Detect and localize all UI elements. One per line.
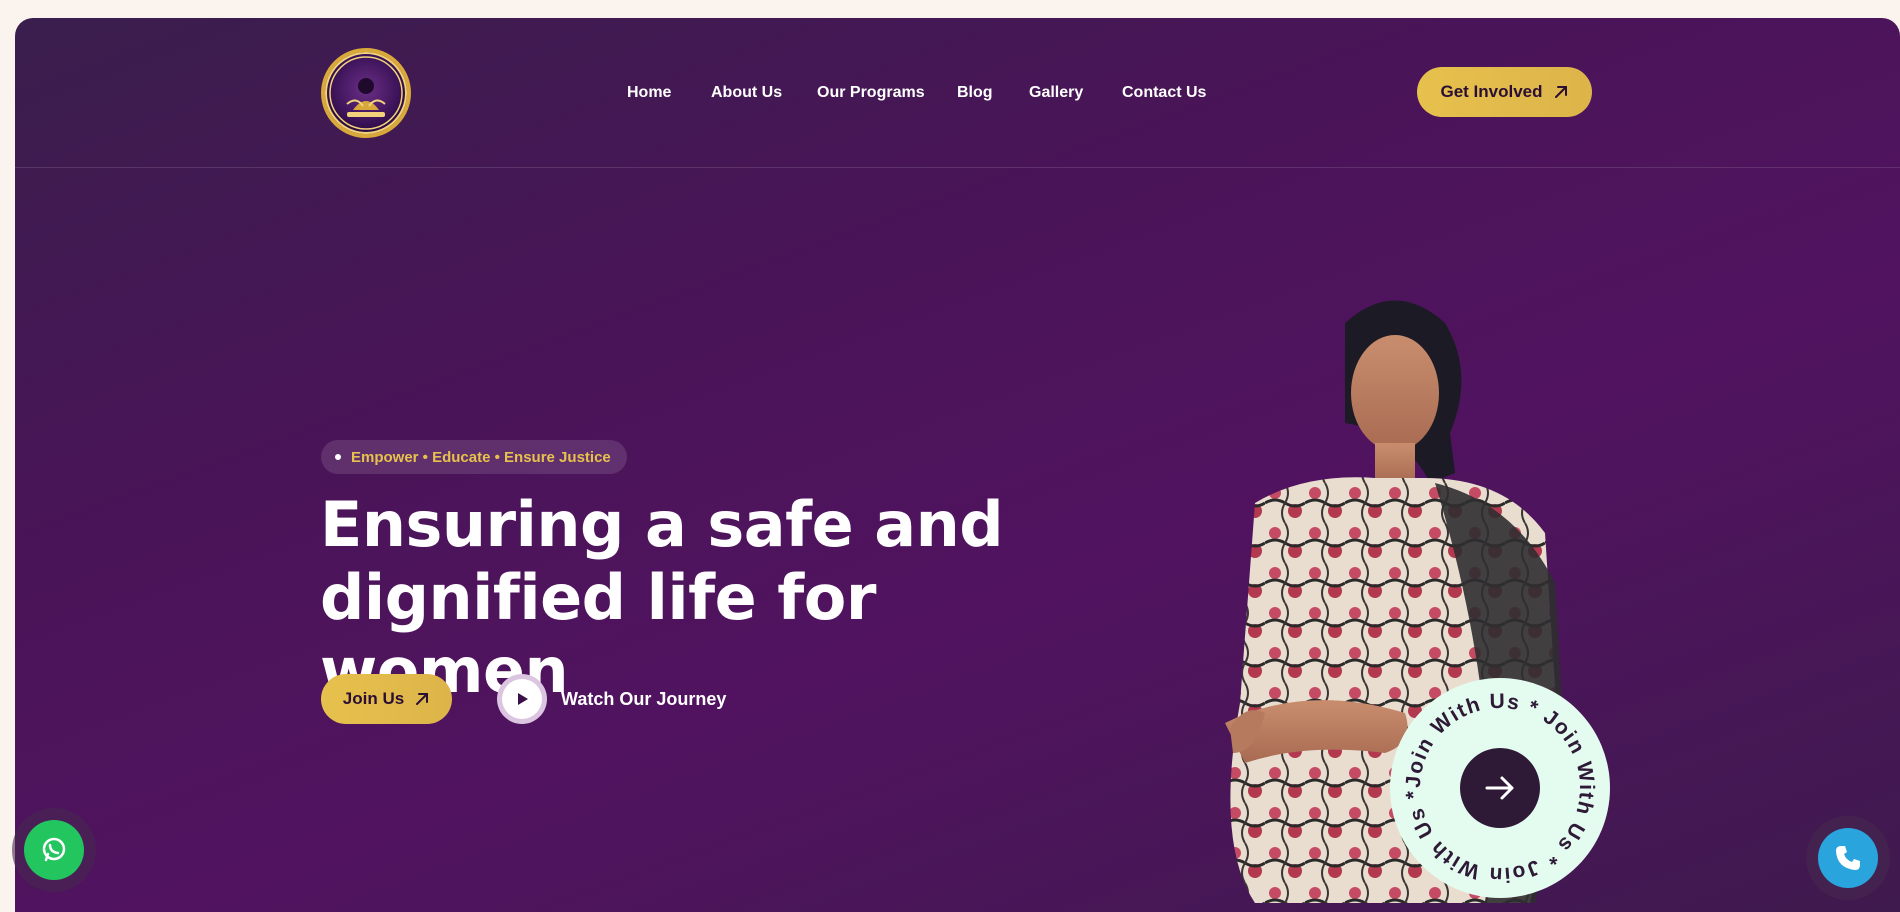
arrow-up-right-icon: [416, 693, 429, 705]
join-us-button[interactable]: Join Us: [321, 674, 452, 724]
get-involved-button[interactable]: Get Involved: [1417, 67, 1592, 117]
main-nav: Home About Us Our Programs Blog Gallery …: [15, 84, 1900, 108]
whatsapp-float-button[interactable]: [12, 808, 96, 892]
tagline-badge: Empower • Educate • Ensure Justice: [321, 440, 627, 474]
play-icon: [518, 693, 528, 705]
watch-journey-link[interactable]: Watch Our Journey: [497, 674, 726, 724]
hero-section: Home About Us Our Programs Blog Gallery …: [15, 18, 1900, 912]
badge-arrow-button[interactable]: [1460, 748, 1540, 828]
arrow-up-right-icon: [1554, 86, 1567, 98]
watch-journey-label: Watch Our Journey: [561, 688, 727, 709]
arrow-right-icon: [1485, 776, 1514, 800]
nav-about-us[interactable]: About Us: [711, 84, 782, 102]
nav-blog[interactable]: Blog: [957, 84, 993, 102]
nav-contact-us[interactable]: Contact Us: [1122, 84, 1206, 102]
site-header: Home About Us Our Programs Blog Gallery …: [15, 18, 1900, 168]
call-button-core[interactable]: [1818, 828, 1878, 888]
call-float-button[interactable]: [1806, 816, 1890, 900]
nav-home[interactable]: Home: [627, 84, 671, 102]
bullet-dot: [335, 454, 341, 460]
nav-gallery[interactable]: Gallery: [1029, 84, 1083, 102]
join-us-label: Join Us: [342, 689, 405, 708]
play-button[interactable]: [497, 674, 547, 724]
phone-icon: [1836, 846, 1860, 870]
join-with-us-badge[interactable]: Join With Us * Join With Us * Join With …: [1390, 678, 1610, 898]
get-involved-label: Get Involved: [1440, 82, 1543, 101]
tagline-text: Empower • Educate • Ensure Justice: [351, 448, 611, 466]
whatsapp-button-core[interactable]: [24, 820, 84, 880]
whatsapp-icon: [42, 837, 66, 862]
nav-our-programs[interactable]: Our Programs: [817, 84, 925, 102]
